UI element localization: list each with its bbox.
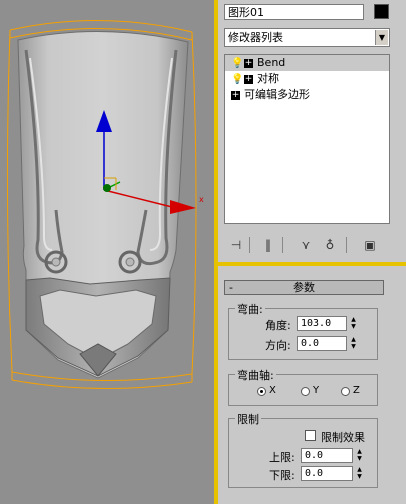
limit-effect-checkbox[interactable] (305, 430, 316, 441)
upper-limit-spinner-arrows[interactable]: ▲ ▼ (355, 448, 364, 463)
stack-toolbar: ⊣ ‖ ⋎ ♁ ▣ (224, 234, 390, 256)
panel-divider (218, 262, 406, 266)
stack-item-editable-poly[interactable]: + 可编辑多边形 (225, 87, 389, 103)
lower-limit-input[interactable]: 0.0 (301, 466, 353, 481)
stack-item-label: Bend (257, 56, 286, 69)
gizmo-origin (103, 184, 111, 192)
viewport-canvas: x (6, 20, 204, 389)
direction-spinner-arrows[interactable]: ▲ ▼ (349, 336, 358, 351)
object-name-field[interactable]: 图形01 (224, 4, 364, 20)
pin-stack-icon[interactable]: ⊣ (226, 236, 246, 254)
upper-limit-input[interactable]: 0.0 (301, 448, 353, 463)
bend-axis-z-radio[interactable] (341, 387, 350, 396)
angle-label: 角度: (265, 319, 291, 332)
expand-icon[interactable]: + (244, 74, 253, 84)
configure-sets-icon[interactable]: ▣ (360, 236, 380, 254)
bend-axis-group-title: 弯曲轴: (235, 367, 276, 383)
bend-axis-x-label: X (269, 385, 276, 396)
angle-spinner-arrows[interactable]: ▲ ▼ (349, 316, 358, 331)
upper-limit-label: 上限: (269, 451, 295, 464)
modifier-list-dropdown[interactable]: 修改器列表 ▼ (224, 28, 390, 47)
chevron-down-icon[interactable]: ▼ (375, 30, 388, 45)
modifier-stack[interactable]: 💡+ Bend 💡+ 对称 + 可编辑多边形 (224, 54, 390, 224)
lower-limit-label: 下限: (269, 469, 295, 482)
bend-axis-x-radio[interactable] (257, 387, 266, 396)
parameters-rollout: - 参数 弯曲: 角度: 103.0 ▲ ▼ 方向: 0.0 ▲ ▼ 弯曲轴: X … (224, 270, 390, 500)
direction-input[interactable]: 0.0 (297, 336, 347, 351)
stack-item-bend[interactable]: 💡+ Bend (225, 55, 389, 71)
remove-modifier-icon[interactable]: ♁ (320, 236, 340, 254)
expand-icon[interactable]: + (231, 90, 240, 100)
collapse-icon[interactable]: - (229, 281, 233, 294)
stack-item-symmetry[interactable]: 💡+ 对称 (225, 71, 389, 87)
angle-input[interactable]: 103.0 (297, 316, 347, 331)
bend-axis-y-label: Y (313, 385, 320, 396)
perspective-viewport[interactable]: x (0, 0, 214, 504)
rollout-title: 参数 (293, 281, 315, 294)
limits-group: 限制 限制效果 上限: 0.0 ▲ ▼ 下限: 0.0 ▲ ▼ (228, 411, 378, 488)
x-axis-arrow (170, 200, 196, 214)
direction-label: 方向: (265, 339, 291, 352)
x-axis-label: x (199, 195, 204, 204)
bend-group: 弯曲: 角度: 103.0 ▲ ▼ 方向: 0.0 ▲ ▼ (228, 301, 378, 360)
lightbulb-icon[interactable]: 💡 (231, 56, 243, 72)
rollout-header-parameters[interactable]: - 参数 (224, 280, 384, 295)
limits-group-title: 限制 (235, 411, 261, 427)
make-unique-icon[interactable]: ⋎ (296, 236, 316, 254)
expand-icon[interactable]: + (244, 58, 253, 68)
bend-axis-group: 弯曲轴: X Y Z (228, 367, 378, 406)
bend-axis-y-radio[interactable] (301, 387, 310, 396)
limit-effect-label: 限制效果 (321, 431, 365, 444)
object-color-swatch[interactable] (374, 4, 389, 19)
modifier-list-label: 修改器列表 (228, 31, 283, 44)
bend-group-title: 弯曲: (235, 301, 265, 317)
show-end-result-icon[interactable]: ‖ (258, 236, 278, 254)
bend-axis-z-label: Z (353, 385, 360, 396)
stack-item-label: 对称 (257, 72, 279, 85)
lower-limit-spinner-arrows[interactable]: ▲ ▼ (355, 466, 364, 481)
lightbulb-icon[interactable]: 💡 (231, 72, 243, 88)
stack-item-label: 可编辑多边形 (244, 88, 310, 101)
